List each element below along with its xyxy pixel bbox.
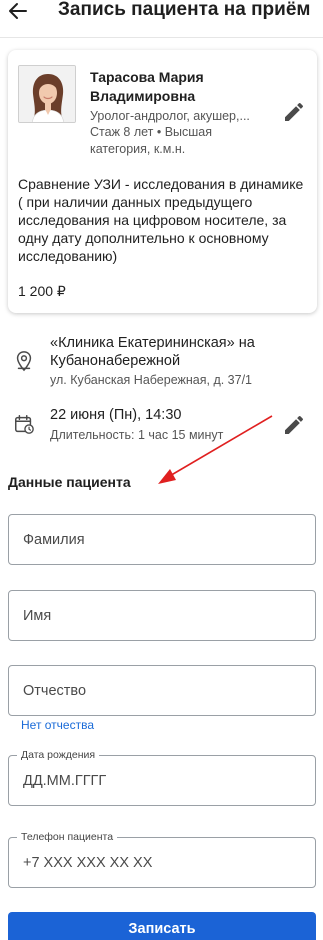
phone-input[interactable] [9,838,315,887]
appointment-date: 22 июня (Пн), 14:30 [50,407,182,423]
doctor-avatar [18,65,76,123]
appointment-duration: Длительность: 1 час 15 минут [50,428,224,442]
patronymic-input[interactable] [9,666,315,715]
last-name-input[interactable] [9,515,315,564]
calendar-clock-icon [15,415,34,434]
doctor-experience: Стаж 8 лет • Высшая категория, к.м.н. [90,125,213,156]
header-divider [0,37,323,38]
location-pin-icon [16,351,32,372]
doctor-card: Тарасова Мария Владимировна Уролог-андро… [8,50,317,313]
back-arrow-icon[interactable] [6,0,30,23]
top-bar: Запись пациента на приём [0,0,323,30]
no-patronymic-link[interactable]: Нет отчества [21,718,94,732]
doctor-name: Тарасова Мария Владимировна [90,69,204,104]
clinic-name: «Клиника Екатерининская» на Кубанонабере… [50,335,255,369]
doctor-specialty: Уролог-андролог, акушер,... [90,109,250,123]
edit-doctor-pencil-icon[interactable] [282,100,306,124]
page-title: Запись пациента на приём [58,0,311,20]
patient-section-title: Данные пациента [8,474,131,490]
birth-date-field[interactable]: Дата рождения [8,748,316,806]
clinic-address: ул. Кубанская Набережная, д. 37/1 [50,373,253,387]
submit-button[interactable]: Записать [8,912,316,940]
edit-appointment-pencil-icon[interactable] [282,413,306,437]
first-name-input[interactable] [9,591,315,640]
last-name-field[interactable] [8,514,316,565]
birth-date-input[interactable] [9,756,315,805]
patronymic-field[interactable] [8,665,316,716]
phone-field[interactable]: Телефон пациента [8,830,316,888]
service-description: Сравнение УЗИ - исследования в динамике … [18,176,304,264]
first-name-field[interactable] [8,590,316,641]
service-price: 1 200 ₽ [18,283,66,299]
